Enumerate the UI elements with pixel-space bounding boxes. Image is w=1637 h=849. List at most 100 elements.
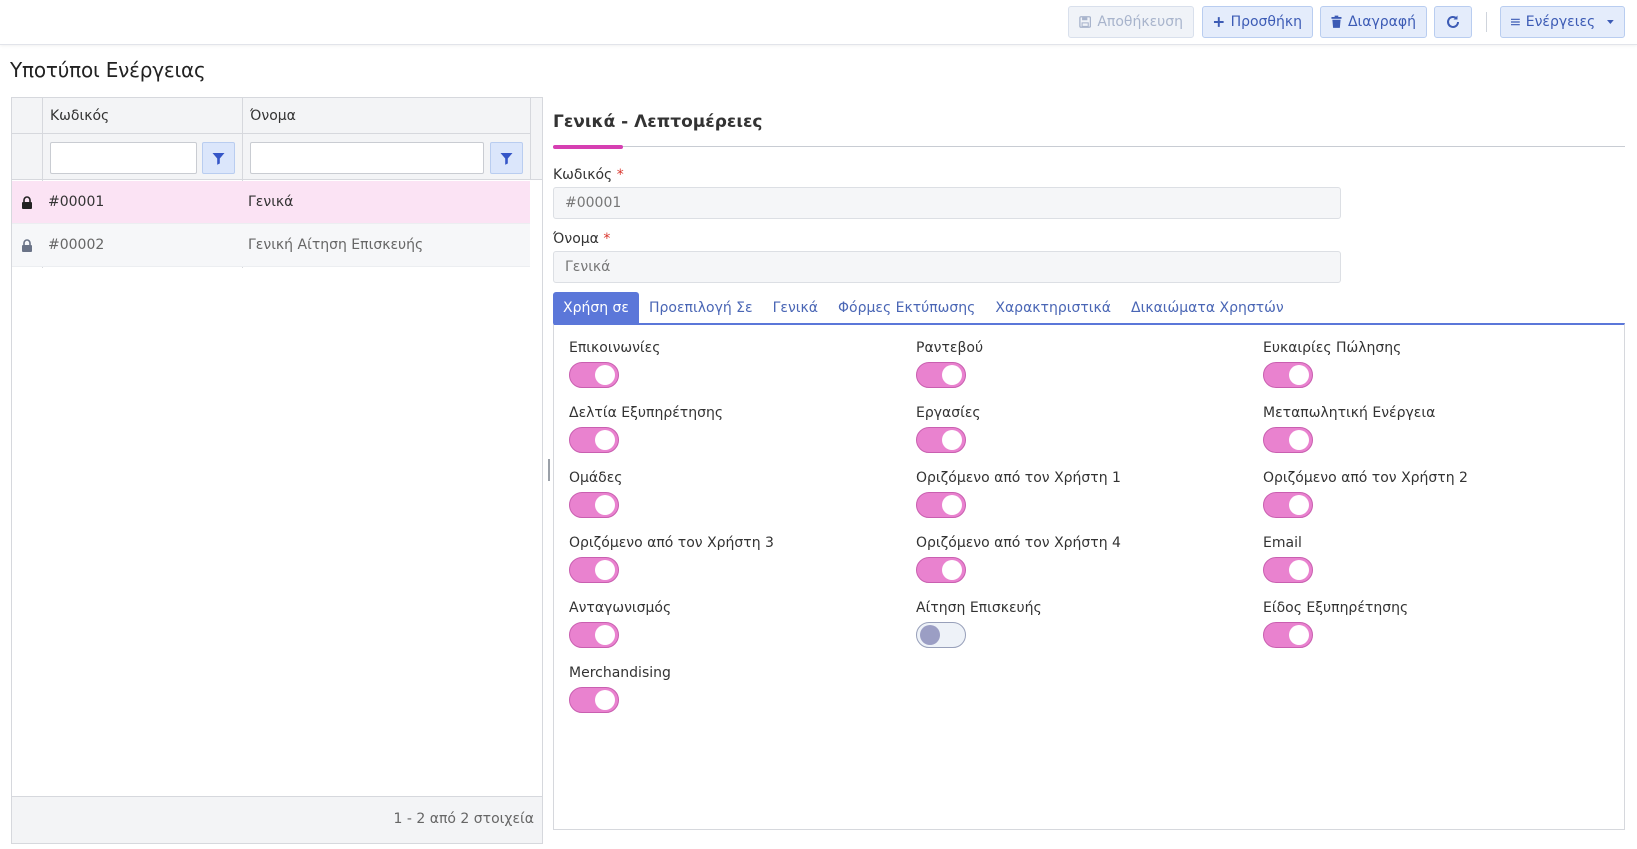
code-filter-button[interactable]	[202, 142, 235, 174]
tab-attributes[interactable]: Χαρακτηριστικά	[985, 292, 1121, 325]
code-filter-input[interactable]	[50, 142, 197, 174]
row-code: #00001	[48, 194, 105, 210]
toggle-knob	[1289, 625, 1309, 645]
section-title: Γενικά - Λεπτομέρειες	[553, 112, 763, 132]
toggle-switch[interactable]	[1263, 362, 1313, 388]
toggle-label: Ευκαιρίες Πώλησης	[1263, 340, 1402, 356]
filter-icon	[212, 152, 225, 165]
toggle-switch[interactable]	[569, 427, 619, 453]
tab-general[interactable]: Γενικά	[763, 292, 828, 325]
toggle-label: Email	[1263, 535, 1302, 551]
toggle-knob	[942, 365, 962, 385]
column-divider	[530, 98, 531, 180]
toggle-label: Οριζόμενο από τον Χρήστη 3	[569, 535, 774, 551]
toggle-knob	[1289, 430, 1309, 450]
toggle-knob	[595, 495, 615, 515]
toggle-label: Εργασίες	[916, 405, 981, 421]
column-header-name[interactable]: Όνομα	[250, 98, 296, 134]
toggle-switch[interactable]	[1263, 492, 1313, 518]
toggle-knob	[942, 560, 962, 580]
pager-info: 1 - 2 από 2 στοιχεία	[393, 811, 534, 827]
trash-icon	[1331, 15, 1342, 28]
toggle-switch[interactable]	[569, 557, 619, 583]
table-row[interactable]: #00002 Γενική Αίτηση Επισκευής	[12, 224, 530, 267]
toggle-label: Ανταγωνισμός	[569, 600, 672, 616]
tab-usage[interactable]: Χρήση σε	[553, 292, 639, 325]
top-toolbar: Αποθήκευση Προσθήκη Διαγραφή Ενέργειες	[0, 0, 1637, 45]
code-field[interactable]: #00001	[553, 187, 1341, 219]
toggle-switch[interactable]	[569, 622, 619, 648]
required-mark: *	[616, 167, 624, 183]
save-button-label: Αποθήκευση	[1097, 14, 1183, 30]
toggle-knob	[1289, 560, 1309, 580]
toggle-label: Μεταπωλητική Ενέργεια	[1263, 405, 1436, 421]
name-field[interactable]: Γενικά	[553, 251, 1341, 283]
delete-button[interactable]: Διαγραφή	[1320, 6, 1427, 38]
toggle-knob	[920, 625, 940, 645]
page-title: Υποτύποι Ενέργειας	[10, 58, 206, 82]
name-label-text: Όνομα	[553, 231, 599, 247]
actions-dropdown[interactable]: Ενέργειες	[1500, 6, 1625, 38]
toggle-label: Ομάδες	[569, 470, 623, 486]
caret-down-icon	[1607, 19, 1614, 25]
row-code: #00002	[48, 237, 105, 253]
refresh-icon	[1447, 15, 1459, 28]
toggle-knob	[1289, 365, 1309, 385]
toggle-switch[interactable]	[569, 492, 619, 518]
toggle-knob	[1289, 495, 1309, 515]
toggle-label: Ραντεβού	[916, 340, 984, 356]
pane-splitter-handle[interactable]	[548, 459, 550, 481]
lock-icon	[22, 196, 32, 209]
toggle-switch[interactable]	[569, 687, 619, 713]
column-header-code[interactable]: Κωδικός	[50, 98, 109, 134]
toggle-knob	[595, 560, 615, 580]
toggle-switch[interactable]	[916, 557, 966, 583]
tab-default-in[interactable]: Προεπιλογή Σε	[639, 292, 763, 325]
toggle-switch[interactable]	[1263, 622, 1313, 648]
grid-pager: 1 - 2 από 2 στοιχεία	[12, 796, 542, 843]
code-field-label: Κωδικός *	[553, 167, 624, 183]
code-label-text: Κωδικός	[553, 167, 613, 183]
refresh-button[interactable]	[1434, 6, 1472, 38]
toggle-switch[interactable]	[916, 427, 966, 453]
toggle-label: Επικοινωνίες	[569, 340, 661, 356]
tab-user-rights[interactable]: Δικαιώματα Χρηστών	[1121, 292, 1294, 325]
toggle-label: Είδος Εξυπηρέτησης	[1263, 600, 1409, 616]
menu-icon	[1511, 18, 1520, 26]
scrollbar-gutter	[530, 98, 542, 134]
toggle-switch[interactable]	[569, 362, 619, 388]
name-field-label: Όνομα *	[553, 231, 610, 247]
toolbar-divider	[1486, 12, 1487, 32]
toggle-switch[interactable]	[916, 622, 966, 648]
filter-icon	[500, 152, 513, 165]
name-filter-input[interactable]	[250, 142, 484, 174]
tab-print-forms[interactable]: Φόρμες Εκτύπωσης	[828, 292, 985, 325]
toggle-switch[interactable]	[916, 492, 966, 518]
toggle-label: Δελτία Εξυπηρέτησης	[569, 405, 724, 421]
toggle-knob	[595, 625, 615, 645]
toggle-switch[interactable]	[916, 362, 966, 388]
section-divider	[553, 146, 1625, 147]
toggle-knob	[942, 430, 962, 450]
toggle-switch[interactable]	[1263, 427, 1313, 453]
table-row[interactable]: #00001 Γενικά	[12, 181, 530, 224]
floppy-disk-icon	[1079, 16, 1092, 28]
toggle-knob	[595, 690, 615, 710]
lock-icon	[22, 239, 32, 252]
detail-tabs: Χρήση σε Προεπιλογή Σε Γενικά Φόρμες Εκτ…	[553, 292, 1294, 325]
usage-tab-panel	[553, 323, 1625, 830]
add-button[interactable]: Προσθήκη	[1202, 6, 1313, 38]
save-button[interactable]: Αποθήκευση	[1068, 6, 1194, 38]
records-grid: Κωδικός Όνομα #00001 Γενικά #00002 Γενικ…	[11, 97, 543, 844]
toggle-switch[interactable]	[1263, 557, 1313, 583]
plus-icon	[1213, 17, 1224, 27]
toggle-label: Οριζόμενο από τον Χρήστη 1	[916, 470, 1121, 486]
toggle-knob	[595, 365, 615, 385]
row-name: Γενικά	[248, 194, 294, 210]
add-button-label: Προσθήκη	[1230, 14, 1302, 30]
toggle-label: Αίτηση Επισκευής	[916, 600, 1042, 616]
delete-button-label: Διαγραφή	[1347, 14, 1416, 30]
name-filter-button[interactable]	[490, 142, 523, 174]
section-accent-bar	[553, 145, 623, 149]
row-name: Γενική Αίτηση Επισκευής	[248, 237, 424, 253]
